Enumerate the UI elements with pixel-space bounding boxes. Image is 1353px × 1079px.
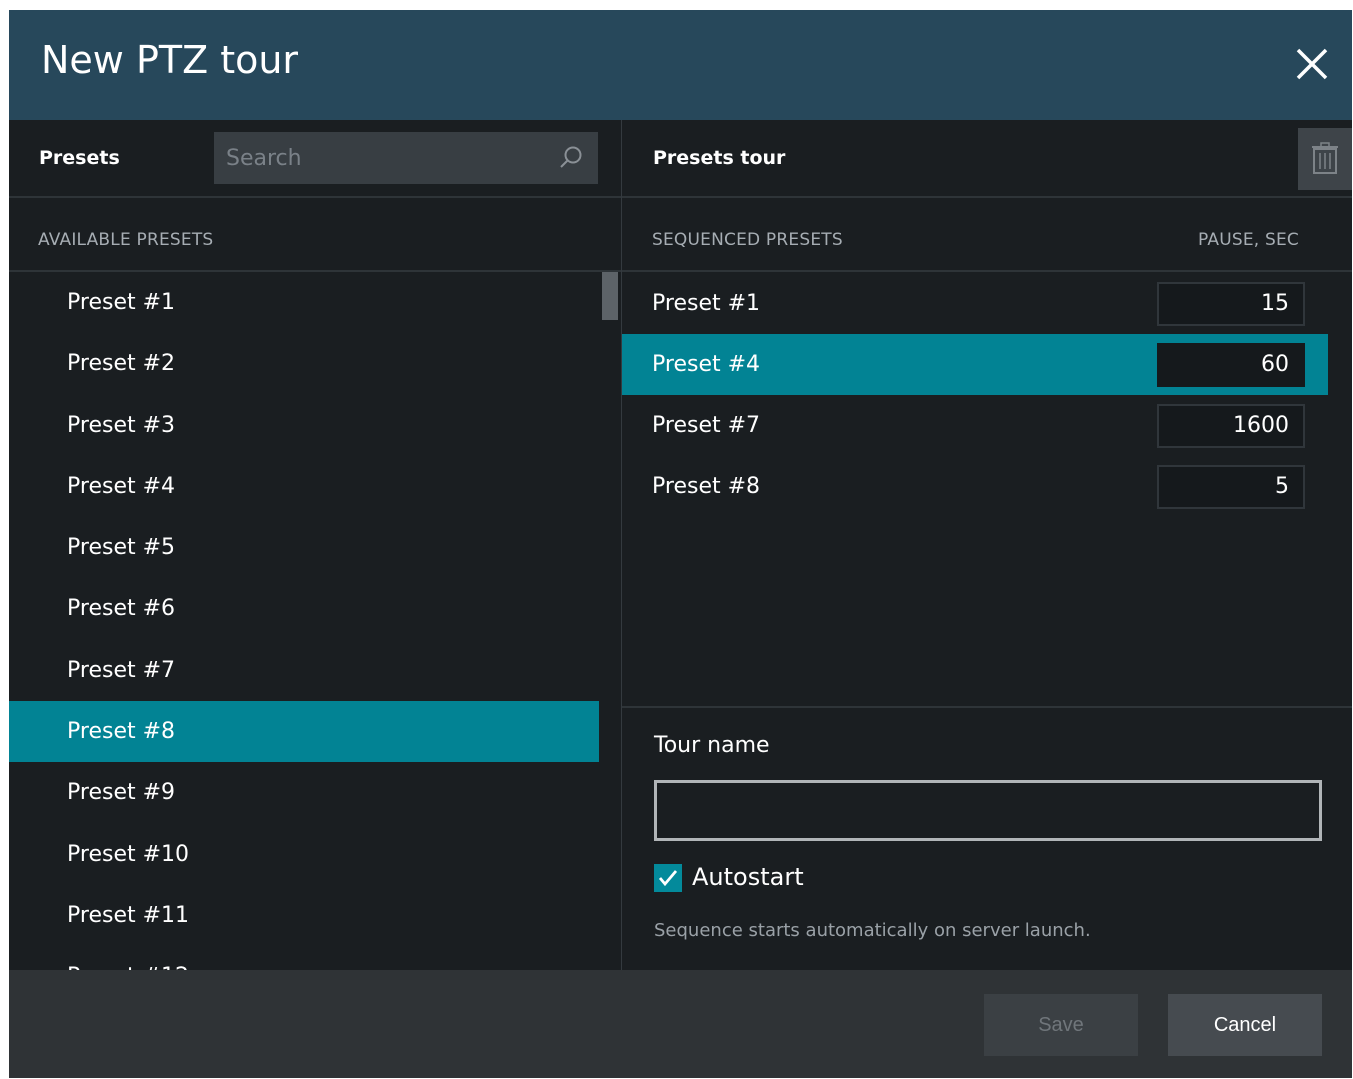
- presets-tour-header-label: Presets tour: [653, 147, 786, 169]
- list-item[interactable]: Preset #7: [9, 640, 599, 701]
- presets-header-divider: [9, 196, 621, 198]
- pause-field[interactable]: 5: [1157, 465, 1305, 509]
- list-item-selected[interactable]: Preset #8: [9, 701, 599, 763]
- sequence-row-name: Preset #4: [652, 352, 761, 377]
- check-icon: [658, 870, 678, 887]
- sequence-row[interactable]: Preset #8 5: [622, 456, 1328, 517]
- sequence-row-name: Preset #1: [652, 291, 761, 316]
- pause-field[interactable]: 15: [1157, 282, 1305, 326]
- available-presets-list: Preset #1 Preset #2 Preset #3 Preset #4 …: [9, 272, 599, 970]
- dialog-titlebar: New PTZ tour: [9, 10, 1352, 120]
- autostart-checkbox[interactable]: [654, 864, 682, 892]
- autostart-description: Sequence starts automatically on server …: [654, 920, 1091, 941]
- tour-name-label: Tour name: [654, 733, 770, 758]
- sequence-row-name: Preset #8: [652, 474, 761, 499]
- list-item[interactable]: Preset #4: [9, 456, 599, 517]
- close-button[interactable]: [1292, 44, 1332, 84]
- list-item[interactable]: Preset #9: [9, 762, 599, 823]
- list-item[interactable]: Preset #3: [9, 395, 599, 456]
- search-input[interactable]: [214, 132, 568, 184]
- list-item[interactable]: Preset #10: [9, 824, 599, 885]
- close-icon: [1296, 48, 1328, 80]
- presets-tour-panel: Presets tour SEQUENCED PRESETS PAUSE, SE…: [622, 120, 1352, 970]
- presets-scrollbar-thumb[interactable]: [602, 272, 618, 320]
- list-item[interactable]: Preset #5: [9, 517, 599, 578]
- trash-icon: [1312, 142, 1338, 174]
- pause-field[interactable]: 60: [1157, 343, 1305, 387]
- presets-header-label: Presets: [39, 147, 120, 169]
- sequence-row-name: Preset #7: [652, 413, 761, 438]
- list-item[interactable]: Preset #11: [9, 885, 599, 946]
- sequenced-presets-label: SEQUENCED PRESETS: [652, 230, 843, 250]
- save-button[interactable]: Save: [984, 994, 1138, 1056]
- dialog-title: New PTZ tour: [41, 38, 299, 82]
- sequenced-presets-divider: [622, 270, 1352, 272]
- tour-name-field[interactable]: [654, 780, 1322, 841]
- list-item[interactable]: Preset #12: [9, 946, 599, 970]
- list-item[interactable]: Preset #2: [9, 333, 599, 394]
- autostart-label[interactable]: Autostart: [692, 863, 804, 891]
- list-item[interactable]: Preset #1: [9, 272, 599, 333]
- new-ptz-tour-dialog: New PTZ tour Presets AVAILABLE PRESETS P…: [9, 10, 1352, 1078]
- pause-field[interactable]: 1600: [1157, 404, 1305, 448]
- list-item[interactable]: Preset #6: [9, 578, 599, 639]
- sequence-row[interactable]: Preset #1 15: [622, 273, 1328, 334]
- pause-column-label: PAUSE, SEC: [1198, 230, 1299, 250]
- delete-button[interactable]: [1298, 128, 1352, 190]
- dialog-footer: Save Cancel: [9, 970, 1352, 1078]
- tour-settings-divider: [622, 706, 1352, 708]
- search-box: [214, 132, 598, 184]
- available-presets-label: AVAILABLE PRESETS: [38, 230, 214, 250]
- search-icon[interactable]: [558, 145, 584, 171]
- presets-panel: Presets AVAILABLE PRESETS Preset #1 Pres…: [9, 120, 621, 970]
- cancel-button[interactable]: Cancel: [1168, 994, 1322, 1056]
- tour-header-divider: [622, 196, 1352, 198]
- sequence-row-selected[interactable]: Preset #4 60: [622, 334, 1328, 395]
- sequence-row[interactable]: Preset #7 1600: [622, 395, 1328, 456]
